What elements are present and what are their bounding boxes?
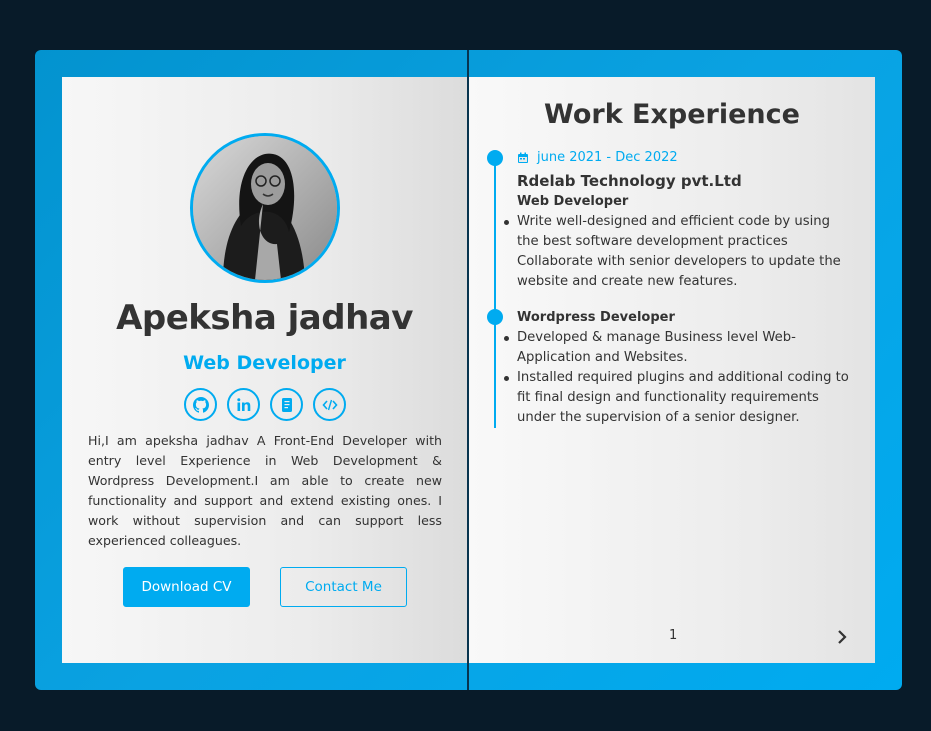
job-duties-list: Write well-designed and efficient code b… xyxy=(504,212,852,292)
experience-date: june 2021 - Dec 2022 xyxy=(517,150,678,165)
job-title: Wordpress Developer xyxy=(517,310,675,325)
resume-icon xyxy=(281,397,292,412)
profile-photo xyxy=(190,133,340,283)
social-links xyxy=(184,388,346,421)
contact-me-button[interactable]: Contact Me xyxy=(280,567,407,607)
experience-date-text: june 2021 - Dec 2022 xyxy=(537,150,678,165)
code-icon xyxy=(321,399,338,410)
duty-item: Developed & manage Business level Web-Ap… xyxy=(504,328,852,368)
profile-about: Hi,I am apeksha jadhav A Front-End Devel… xyxy=(88,433,442,548)
code-link[interactable] xyxy=(313,388,346,421)
timeline-line xyxy=(494,158,496,428)
duty-item: Collaborate with senior developers to up… xyxy=(517,254,841,289)
profile-name: Apeksha jadhav xyxy=(116,298,413,338)
linkedin-icon xyxy=(236,397,250,411)
chevron-right-icon xyxy=(838,630,847,644)
github-icon xyxy=(192,396,209,413)
profile-role: Web Developer xyxy=(183,352,346,374)
download-cv-button[interactable]: Download CV xyxy=(123,567,250,607)
company-name: Rdelab Technology pvt.Ltd xyxy=(517,172,742,190)
job-duties-list: Developed & manage Business level Web-Ap… xyxy=(504,328,852,428)
profile-photo-image xyxy=(193,136,337,280)
github-link[interactable] xyxy=(184,388,217,421)
duty-item: Installed required plugins and additiona… xyxy=(504,368,852,428)
book-spine xyxy=(467,50,469,690)
section-title: Work Experience xyxy=(544,99,800,130)
next-page-button[interactable] xyxy=(834,628,850,646)
job-title: Web Developer xyxy=(517,194,629,209)
linkedin-link[interactable] xyxy=(227,388,260,421)
page-number: 1 xyxy=(669,628,678,643)
duty-item: Write well-designed and efficient code b… xyxy=(504,212,852,252)
timeline-dot xyxy=(487,309,503,325)
timeline-dot xyxy=(487,150,503,166)
resume-link[interactable] xyxy=(270,388,303,421)
calendar-icon xyxy=(518,152,528,163)
